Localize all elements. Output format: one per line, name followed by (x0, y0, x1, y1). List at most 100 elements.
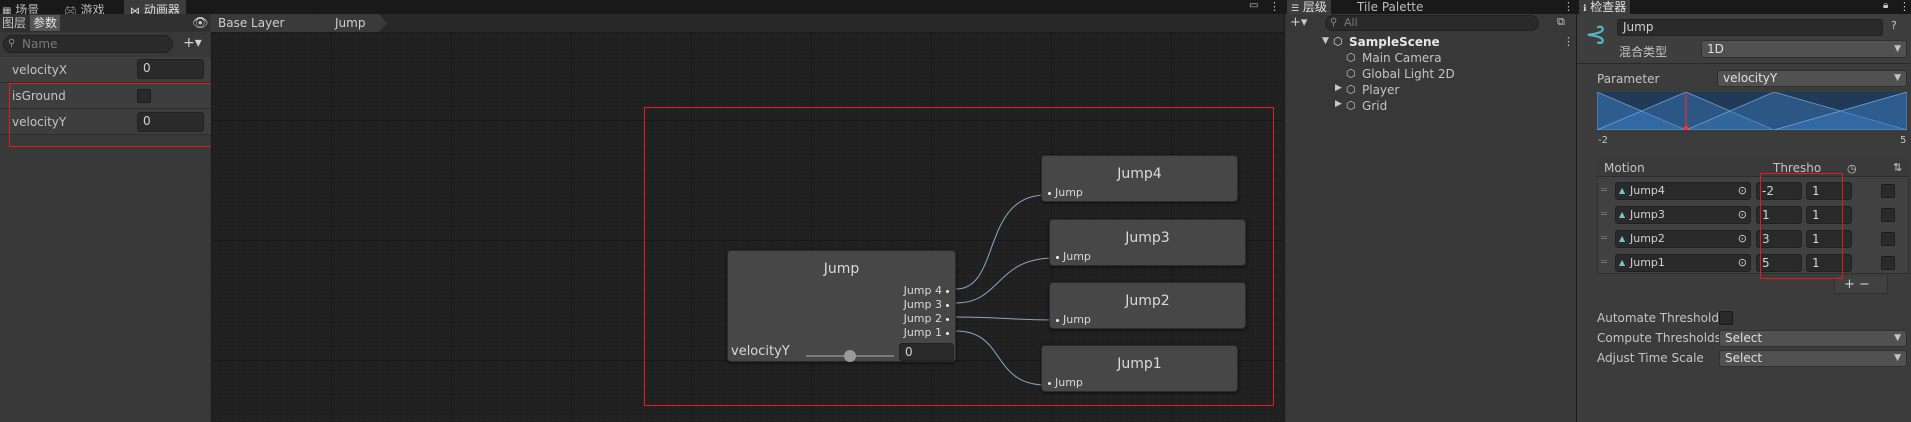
compute-thresholds-label: Compute Thresholds (1597, 331, 1721, 345)
blend-tree-node[interactable]: Jump Jump 4 Jump 3 Jump 2 Jump 1 velocit… (727, 250, 956, 362)
object-picker-icon[interactable]: ⊙ (1738, 255, 1747, 271)
scene-icon: ⬡ (1333, 35, 1343, 48)
slider-thumb[interactable] (844, 350, 856, 362)
help-icon[interactable]: ? (1891, 20, 1897, 31)
animation-clip-icon: ▲ (1619, 186, 1626, 195)
threshold-field[interactable]: -2 (1756, 182, 1802, 200)
connection-jump1 (955, 330, 1047, 386)
scene-name[interactable]: SampleScene (1349, 35, 1440, 49)
speed-field[interactable]: 1 (1806, 206, 1852, 224)
param-name[interactable]: velocityX (12, 63, 67, 77)
motion-node-jump4[interactable]: Jump4 Jump (1041, 155, 1238, 202)
animation-clip-icon: ▲ (1619, 234, 1626, 243)
add-object-button[interactable]: +▾ (1290, 16, 1307, 29)
speed-field[interactable]: 1 (1806, 182, 1852, 200)
input-port[interactable]: Jump (1048, 186, 1083, 199)
animator-params-panel: ▦ 场景 🎮︎ 游戏 ⋈ 动画器 图层 参数 👁︎ ⚲ Name +▾ velo… (0, 0, 211, 422)
blendtree-icon: ⊰ (1585, 20, 1607, 50)
object-picker-icon[interactable]: ⊙ (1738, 207, 1747, 223)
drag-handle-icon[interactable]: ═ (1601, 210, 1607, 220)
parameter-dropdown[interactable]: velocityY ▼ (1717, 70, 1907, 87)
motion-node-jump2[interactable]: Jump2 Jump (1049, 282, 1246, 329)
output-port[interactable]: Jump 2 (904, 312, 949, 325)
object-picker-icon[interactable]: ⊙ (1738, 183, 1747, 199)
input-port[interactable]: Jump (1056, 250, 1091, 263)
menu-dots-icon[interactable]: ⋮ (1563, 36, 1574, 47)
blend-type-label: 混合类型 (1619, 45, 1668, 59)
expand-arrow-icon[interactable]: ▶ (1335, 100, 1342, 109)
input-port[interactable]: Jump (1048, 376, 1083, 389)
inspector-name-field[interactable]: Jump (1617, 19, 1883, 36)
params-search-input[interactable]: ⚲ Name (3, 35, 173, 53)
adjust-time-scale-dropdown[interactable]: Select ▼ (1719, 350, 1907, 367)
animator-graph[interactable]: ▭ ⋮ Base Layer Jump Jump Jump 4 Jump 3 J… (211, 0, 1284, 422)
motion-field[interactable]: ▲ Jump4 ⊙ (1615, 182, 1751, 200)
gameobject-icon: ⬡ (1346, 99, 1356, 112)
param-bool-checkbox[interactable] (137, 89, 151, 103)
param-value-field[interactable]: 0 (137, 112, 204, 132)
node-param-label: velocityY (731, 344, 790, 359)
add-parameter-button[interactable]: +▾ (183, 36, 202, 50)
hierarchy-tabbar: ☰ 层级 Tile Palette ⋮ (1285, 0, 1576, 14)
threshold-field[interactable]: 5 (1756, 254, 1802, 272)
blend-graph (1597, 92, 1907, 130)
scene-filter-icon[interactable]: ⧉ (1557, 16, 1565, 27)
mirror-checkbox[interactable] (1881, 184, 1895, 198)
param-value-field[interactable]: 0 (137, 59, 204, 79)
motion-field[interactable]: ▲ Jump1 ⊙ (1615, 254, 1751, 272)
connection-jump3 (955, 257, 1055, 304)
hierarchy-item[interactable]: Grid (1362, 99, 1387, 113)
drag-handle-icon[interactable]: ═ (1601, 234, 1607, 244)
output-port[interactable]: Jump 1 (904, 326, 949, 339)
drag-handle-icon[interactable]: ═ (1601, 258, 1607, 268)
speed-field[interactable]: 1 (1806, 230, 1852, 248)
motion-field[interactable]: ▲ Jump2 ⊙ (1615, 230, 1751, 248)
hierarchy-item[interactable]: Global Light 2D (1362, 67, 1455, 81)
search-icon: ⚲ (8, 38, 16, 49)
automate-threshold-checkbox[interactable] (1719, 311, 1733, 325)
mirror-checkbox[interactable] (1881, 208, 1895, 222)
subtab-parameters[interactable]: 参数 (30, 15, 61, 31)
motion-header: Motion (1604, 161, 1645, 175)
drag-handle-icon[interactable]: ═ (1601, 186, 1607, 196)
range-max: 5 (1900, 135, 1907, 146)
motion-field[interactable]: ▲ Jump3 ⊙ (1615, 206, 1751, 224)
threshold-field[interactable]: 3 (1756, 230, 1802, 248)
object-picker-icon[interactable]: ⊙ (1738, 231, 1747, 247)
motion-node-jump1[interactable]: Jump1 Jump (1041, 345, 1238, 392)
tab-inspector[interactable]: ℹ 检查器 (1579, 0, 1631, 14)
param-name[interactable]: isGround (12, 89, 66, 103)
mirror-checkbox[interactable] (1881, 232, 1895, 246)
blend-type-dropdown[interactable]: 1D ▼ (1701, 40, 1907, 58)
node-title: Jump4 (1117, 166, 1162, 182)
expand-arrow-icon[interactable]: ▼ (1322, 37, 1329, 46)
speed-field[interactable]: 1 (1806, 254, 1852, 272)
compute-thresholds-dropdown[interactable]: Select ▼ (1719, 330, 1907, 347)
output-port[interactable]: Jump 3 (904, 298, 949, 311)
hierarchy-item[interactable]: Main Camera (1362, 51, 1442, 65)
tab-hierarchy[interactable]: ☰ 层级 (1287, 0, 1331, 14)
node-param-value[interactable]: 0 (899, 343, 954, 361)
output-port[interactable]: Jump 4 (904, 284, 949, 297)
node-title: Jump2 (1125, 293, 1170, 309)
inspector-tabbar: ℹ 检查器 🔒︎ ⋮ (1577, 0, 1911, 14)
hierarchy-search-input[interactable]: ⚲ All (1325, 15, 1539, 31)
eye-icon[interactable]: 👁︎ (192, 17, 209, 30)
motion-node-jump3[interactable]: Jump3 Jump (1049, 219, 1246, 266)
node-param-slider[interactable] (806, 349, 894, 363)
menu-dots-icon[interactable]: ⋮ (1899, 1, 1910, 12)
expand-arrow-icon[interactable]: ▶ (1335, 84, 1342, 93)
gameobject-icon: ⬡ (1346, 51, 1356, 64)
subtab-layers[interactable]: 图层 (2, 15, 26, 31)
threshold-field[interactable]: 1 (1756, 206, 1802, 224)
menu-dots-icon[interactable]: ⋮ (1563, 1, 1574, 12)
mirror-checkbox[interactable] (1881, 256, 1895, 270)
add-remove-buttons[interactable]: + − (1844, 278, 1870, 291)
param-name[interactable]: velocityY (12, 115, 66, 129)
lock-icon[interactable]: 🔒︎ (1883, 1, 1888, 11)
input-port[interactable]: Jump (1056, 313, 1091, 326)
speed-clock-icon: ◷ (1847, 162, 1857, 175)
inspector-panel: ℹ 检查器 🔒︎ ⋮ ⊰ Jump ? 混合类型 1D ▼ Parameter v… (1576, 0, 1911, 422)
hierarchy-item[interactable]: Player (1362, 83, 1399, 97)
tab-tile-palette[interactable]: Tile Palette (1357, 0, 1423, 14)
